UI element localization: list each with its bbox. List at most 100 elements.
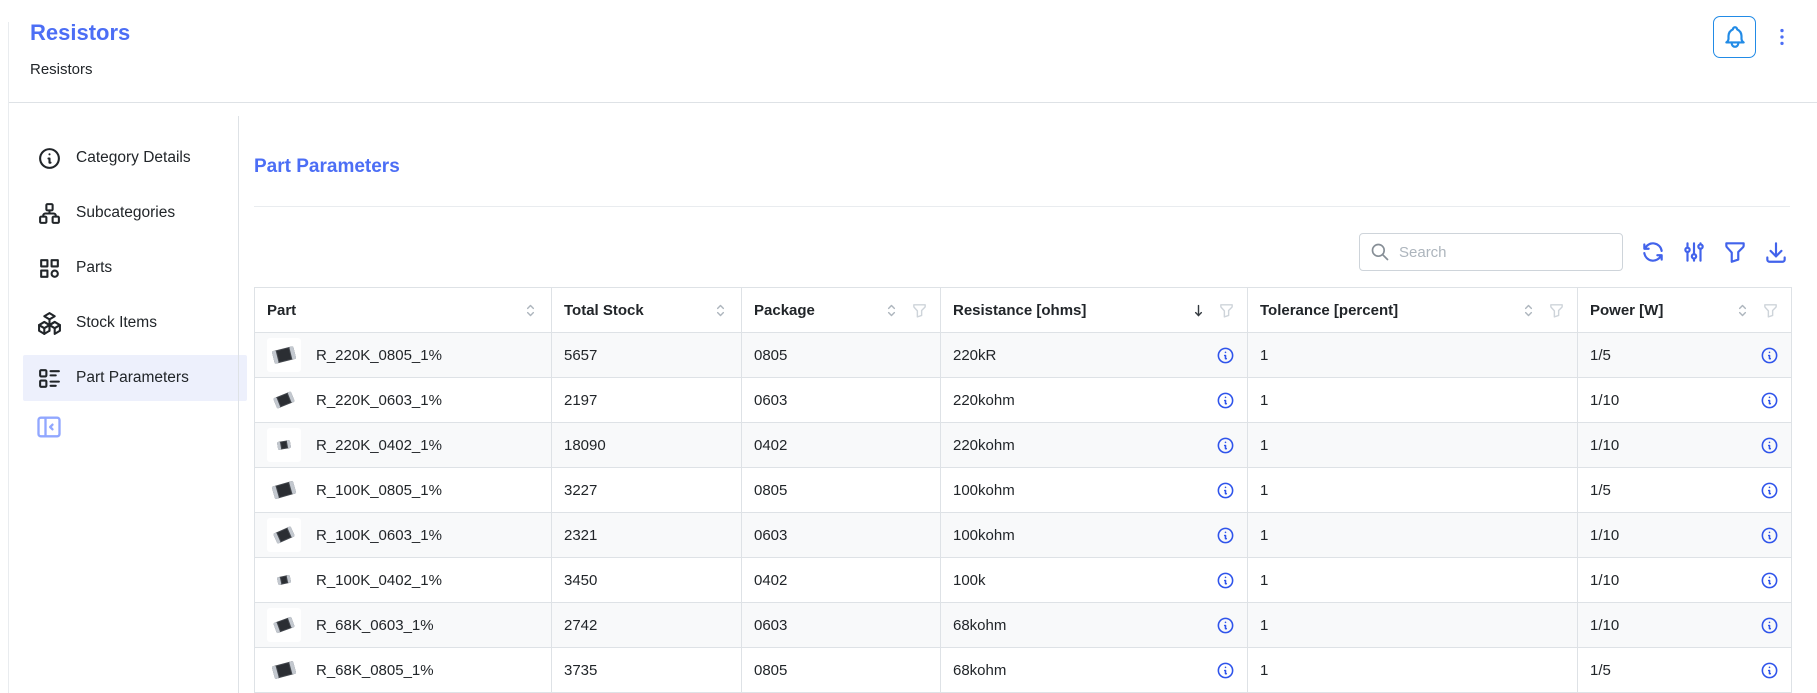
header-actions (1713, 16, 1793, 58)
cell-power: 1/5 (1590, 662, 1611, 679)
cell-resistance: 220kohm (953, 392, 1015, 409)
info-circle-icon (1760, 526, 1779, 545)
part-thumbnail (267, 518, 301, 552)
sidebar-item-stock-items[interactable]: Stock Items (23, 300, 247, 346)
panel-title: Part Parameters (254, 156, 1790, 178)
part-thumbnail (267, 428, 301, 462)
column-header-total-stock[interactable]: Total Stock (552, 288, 742, 333)
sort-icon[interactable] (1520, 302, 1537, 319)
info-circle-icon (1216, 526, 1235, 545)
sort-icon[interactable] (712, 302, 729, 319)
cell-package: 0402 (754, 572, 787, 589)
resistance-info-button[interactable] (1216, 391, 1235, 410)
column-header-power[interactable]: Power [W] (1578, 288, 1792, 333)
resistance-info-button[interactable] (1216, 436, 1235, 455)
column-filter-icon[interactable] (1218, 302, 1235, 319)
part-parameters-table: Part Total Stock Package Resistance (254, 287, 1792, 693)
cell-tolerance: 1 (1260, 437, 1268, 454)
cell-total_stock: 2197 (564, 392, 597, 409)
table-toolbar (254, 233, 1790, 271)
table-row[interactable]: R_100K_0402_1% 3450 0402 100k 1 1/10 (255, 558, 1792, 603)
resistance-info-button[interactable] (1216, 661, 1235, 680)
sidebar-item-subcategories[interactable]: Subcategories (23, 190, 247, 236)
filter-button[interactable] (1721, 238, 1749, 266)
search-box[interactable] (1359, 233, 1623, 271)
notifications-button[interactable] (1713, 16, 1756, 58)
overflow-menu-button[interactable] (1771, 16, 1793, 58)
sidebar-collapse-button[interactable] (35, 413, 63, 441)
power-info-button[interactable] (1760, 526, 1779, 545)
cell-power: 1/10 (1590, 527, 1619, 544)
sort-desc-icon[interactable] (1190, 302, 1207, 319)
table-row[interactable]: R_68K_0603_1% 2742 0603 68kohm 1 1/10 (255, 603, 1792, 648)
column-filter-icon[interactable] (911, 302, 928, 319)
power-info-button[interactable] (1760, 436, 1779, 455)
table-row[interactable]: R_68K_0805_1% 3735 0805 68kohm 1 1/5 (255, 648, 1792, 693)
cell-part: R_220K_0402_1% (316, 437, 442, 454)
cell-resistance: 100k (953, 572, 986, 589)
column-filter-icon[interactable] (1762, 302, 1779, 319)
cell-total_stock: 2321 (564, 527, 597, 544)
dots-vertical-icon (1771, 26, 1793, 48)
cell-total_stock: 3227 (564, 482, 597, 499)
refresh-button[interactable] (1639, 238, 1667, 266)
power-info-button[interactable] (1760, 616, 1779, 635)
info-circle-icon (1216, 346, 1235, 365)
search-input[interactable] (1399, 244, 1612, 261)
table-row[interactable]: R_220K_0402_1% 18090 0402 220kohm 1 1/10 (255, 423, 1792, 468)
resistance-info-button[interactable] (1216, 526, 1235, 545)
sort-icon[interactable] (883, 302, 900, 319)
sidebar-item-category-details[interactable]: Category Details (23, 135, 247, 181)
cell-tolerance: 1 (1260, 617, 1268, 634)
cell-package: 0402 (754, 437, 787, 454)
cell-part: R_68K_0603_1% (316, 617, 434, 634)
cell-tolerance: 1 (1260, 662, 1268, 679)
cell-total_stock: 3735 (564, 662, 597, 679)
app-header: Resistors Resistors (9, 0, 1817, 103)
power-info-button[interactable] (1760, 571, 1779, 590)
table-row[interactable]: R_100K_0805_1% 3227 0805 100kohm 1 1/5 (255, 468, 1792, 513)
resistance-info-button[interactable] (1216, 616, 1235, 635)
sidebar-item-label: Part Parameters (76, 369, 189, 387)
info-circle-icon (37, 146, 62, 171)
info-circle-icon (1760, 391, 1779, 410)
cell-resistance: 68kohm (953, 662, 1006, 679)
adjustments-button[interactable] (1680, 238, 1708, 266)
download-button[interactable] (1762, 238, 1790, 266)
table-row[interactable]: R_100K_0603_1% 2321 0603 100kohm 1 1/10 (255, 513, 1792, 558)
column-header-tolerance[interactable]: Tolerance [percent] (1248, 288, 1578, 333)
cell-power: 1/10 (1590, 617, 1619, 634)
content-area: Category Details Subcategories Parts Sto… (9, 104, 1817, 693)
power-info-button[interactable] (1760, 661, 1779, 680)
cell-total_stock: 5657 (564, 347, 597, 364)
breadcrumb[interactable]: Resistors (30, 61, 130, 78)
resistance-info-button[interactable] (1216, 481, 1235, 500)
sidebar-item-part-parameters[interactable]: Part Parameters (23, 355, 247, 401)
cell-part: R_220K_0805_1% (316, 347, 442, 364)
page-title: Resistors (30, 20, 130, 46)
cell-package: 0805 (754, 482, 787, 499)
sort-icon[interactable] (1734, 302, 1751, 319)
part-thumbnail (267, 383, 301, 417)
resistance-info-button[interactable] (1216, 571, 1235, 590)
cell-part: R_220K_0603_1% (316, 392, 442, 409)
power-info-button[interactable] (1760, 481, 1779, 500)
cell-tolerance: 1 (1260, 482, 1268, 499)
cell-part: R_100K_0603_1% (316, 527, 442, 544)
column-header-package[interactable]: Package (742, 288, 941, 333)
power-info-button[interactable] (1760, 346, 1779, 365)
resistance-info-button[interactable] (1216, 346, 1235, 365)
cell-package: 0805 (754, 662, 787, 679)
column-filter-icon[interactable] (1548, 302, 1565, 319)
info-circle-icon (1216, 571, 1235, 590)
column-header-part[interactable]: Part (255, 288, 552, 333)
column-header-resistance[interactable]: Resistance [ohms] (941, 288, 1248, 333)
sidebar-item-parts[interactable]: Parts (23, 245, 247, 291)
table-row[interactable]: R_220K_0805_1% 5657 0805 220kR 1 1/5 (255, 333, 1792, 378)
power-info-button[interactable] (1760, 391, 1779, 410)
bell-icon (1722, 24, 1748, 50)
table-row[interactable]: R_220K_0603_1% 2197 0603 220kohm 1 1/10 (255, 378, 1792, 423)
cell-power: 1/10 (1590, 392, 1619, 409)
info-circle-icon (1760, 616, 1779, 635)
sort-icon[interactable] (522, 302, 539, 319)
